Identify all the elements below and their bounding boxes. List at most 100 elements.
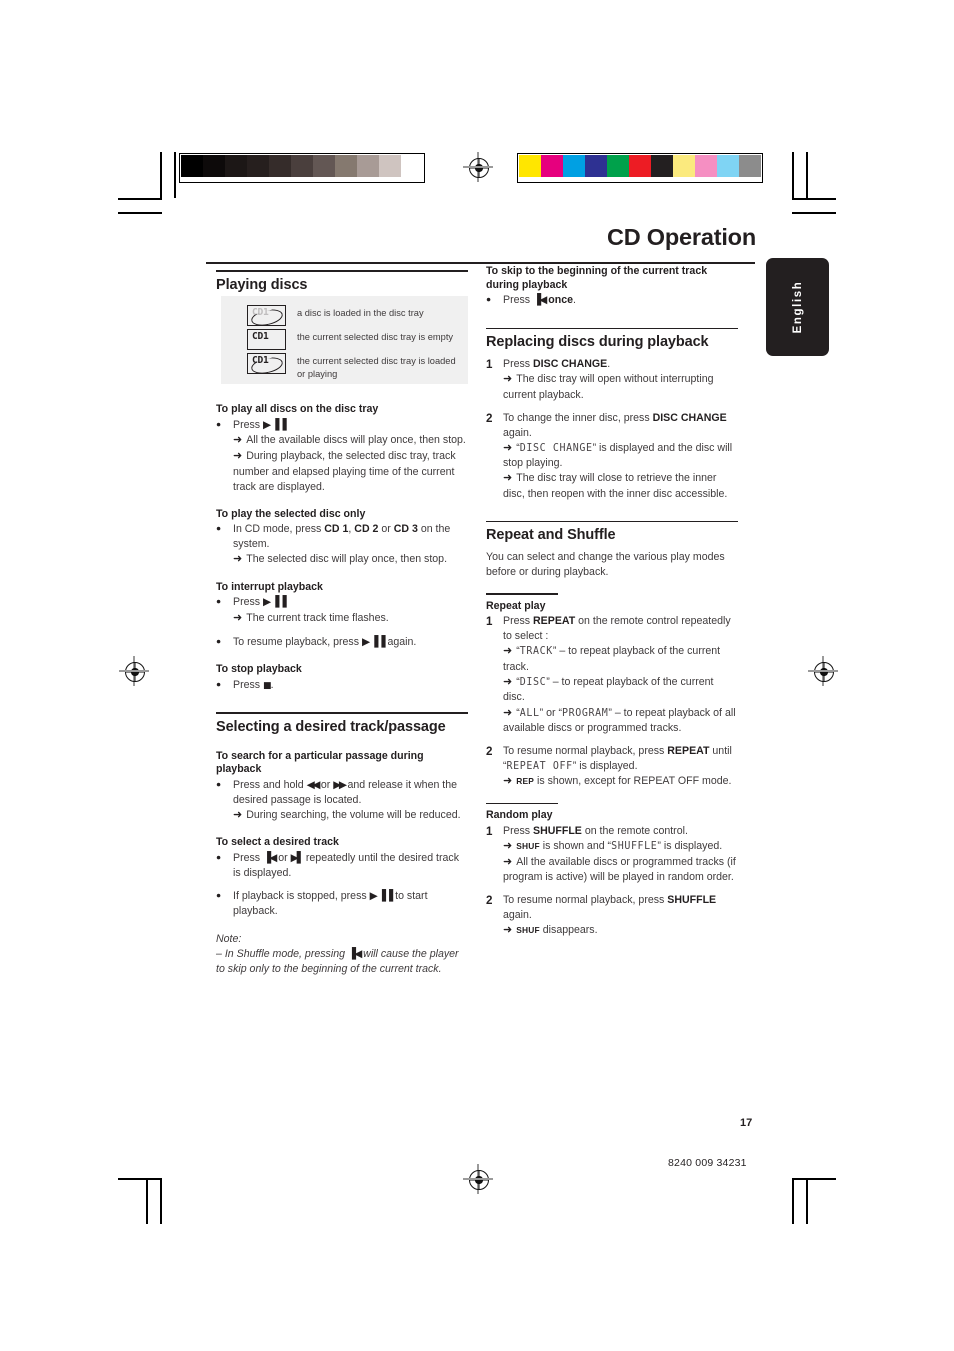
subheading-search-passage: To search for a particular passage durin… (216, 749, 424, 776)
step-row: 1 Press SHUFFLE on the remote control. S… (486, 824, 738, 885)
text-fragment: or (275, 851, 291, 864)
text-fragment: To resume normal playback, press (503, 745, 668, 758)
previous-track-icon (533, 294, 545, 306)
subsection-divider (486, 802, 558, 805)
bullet-marker (216, 889, 233, 905)
lcd-display-text: PROGRAM (562, 707, 609, 719)
instruction-text: To resume playback, press again. (233, 635, 468, 650)
lcd-display-text: SHUFFLE (611, 840, 658, 853)
instruction-body: Press once. (503, 293, 738, 308)
step-number: 1 (486, 615, 493, 629)
instruction-body: Press or repeatedly until the desired tr… (233, 851, 468, 881)
text-fragment: Press (503, 615, 534, 628)
lcd-display-text: REPEAT OFF (506, 760, 573, 773)
result-group: During searching, the volume will be red… (216, 808, 468, 824)
step-row: 1 Press REPEAT on the remote control rep… (486, 614, 738, 736)
section-heading-playing-discs: Playing discs (216, 276, 308, 293)
step-number: 2 (486, 411, 493, 425)
page-number: 17 (740, 1117, 753, 1129)
section-heading-replacing-discs: Replacing discs during playback (486, 334, 709, 351)
text-fragment: again. (384, 635, 417, 648)
instruction-text: In CD mode, press CD 1, CD 2 or CD 3 on … (233, 522, 468, 552)
instruction-row: To resume playback, press again. (216, 635, 468, 651)
once-label: once (548, 294, 574, 307)
step-row: 2 To resume normal playback, press SHUFF… (486, 893, 738, 939)
step-text: Press DISC CHANGE. (503, 357, 738, 372)
title-divider (206, 262, 755, 264)
step-number: 1 (486, 357, 493, 371)
text-fragment: or (317, 778, 334, 791)
text-fragment: again. (503, 909, 532, 922)
result-text: The disc tray will close to retrieve the… (503, 471, 738, 502)
repeat-button-label: REPEAT (667, 745, 710, 758)
shuf-indicator-label: SHUF (516, 841, 540, 852)
cd2-button-label: CD 2 (354, 523, 379, 536)
result-text: SHUF disappears. (503, 923, 738, 939)
fast-forward-icon (333, 779, 344, 791)
subheading-repeat-play: Repeat play (486, 599, 546, 612)
manual-page: CD Operation English CD1 a disc is loade… (0, 0, 954, 1351)
cd1-button-label: CD 1 (324, 523, 349, 536)
instruction-body: Press (233, 418, 468, 433)
text-fragment: . (607, 357, 611, 370)
step-row: 2 To change the inner disc, press DISC C… (486, 411, 738, 502)
note-label: Note: (216, 932, 242, 945)
result-text: All the available discs or programmed tr… (503, 855, 738, 886)
step-body: Press REPEAT on the remote control repea… (503, 614, 738, 736)
disc-change-button-label: DISC CHANGE (533, 357, 608, 370)
left-column: Playing discs To play all discs on the d… (216, 270, 468, 977)
step-body: To resume normal playback, press REPEAT … (503, 744, 738, 790)
subheading-random-play: Random play (486, 809, 553, 822)
press-label: Press (233, 678, 261, 691)
bullet-marker (216, 522, 233, 538)
language-tab-label: English (791, 280, 804, 334)
instruction-body: Press . (233, 678, 468, 693)
section-divider (486, 520, 738, 523)
result-text: During playback, the selected disc tray,… (233, 449, 468, 495)
previous-track-icon (263, 852, 275, 864)
text-fragment: ” is displayed. (572, 760, 638, 773)
step-text: To change the inner disc, press DISC CHA… (503, 411, 738, 441)
result-text: “DISC” – to repeat playback of the curre… (503, 675, 738, 706)
result-text: The current track time flashes. (233, 611, 468, 627)
press-label: Press (233, 596, 261, 609)
subheading-interrupt-playback: To interrupt playback (216, 580, 323, 593)
repeat-button-label: REPEAT (533, 615, 576, 628)
text-fragment: To resume playback, press (233, 635, 362, 648)
subsection-divider (486, 593, 558, 595)
subheading-skip-to-beginning: To skip to the beginning of the current … (486, 265, 708, 291)
instruction-body: If playback is stopped, press to start p… (233, 889, 468, 919)
right-column: To skip to the beginning of the current … (486, 265, 738, 939)
instruction-text: Press and hold or and release it when th… (233, 778, 468, 808)
instruction-row: Press (216, 418, 468, 434)
result-group: The current track time flashes. (216, 611, 468, 627)
result-text: During searching, the volume will be red… (233, 808, 468, 824)
next-track-icon (291, 852, 303, 864)
part-number: 8240 009 34231 (668, 1157, 747, 1169)
instruction-body: Press (233, 595, 468, 610)
result-text: “TRACK” – to repeat playback of the curr… (503, 644, 738, 675)
result-text: The selected disc will play once, then s… (233, 552, 468, 568)
instruction-row: Press and hold or and release it when th… (216, 778, 468, 808)
text-fragment: In CD mode, press (233, 523, 325, 536)
text-fragment: is shown, except for REPEAT OFF mode. (534, 775, 732, 788)
step-number: 2 (486, 745, 493, 759)
text-fragment: or (543, 706, 559, 719)
text-fragment: Press (503, 825, 534, 838)
text-fragment: again. (503, 426, 532, 439)
play-pause-icon (263, 596, 286, 608)
instruction-body: To resume playback, press again. (233, 635, 468, 650)
page-title: CD Operation (606, 224, 756, 250)
text-fragment: In Shuffle mode, pressing (224, 948, 348, 960)
instruction-text: Press once. (503, 293, 738, 308)
instruction-row: Press once. (486, 293, 738, 309)
step-row: 1 Press DISC CHANGE. The disc tray will … (486, 357, 738, 403)
text-fragment: . (270, 678, 274, 691)
text-fragment: Press and hold (233, 778, 307, 791)
section-divider (216, 270, 468, 272)
result-text: “DISC CHANGE” is displayed and the disc … (503, 441, 738, 472)
text-fragment: To resume normal playback, press (503, 894, 668, 907)
text-fragment: . (573, 294, 576, 307)
text-fragment: – (216, 948, 225, 960)
play-pause-icon (263, 419, 286, 431)
